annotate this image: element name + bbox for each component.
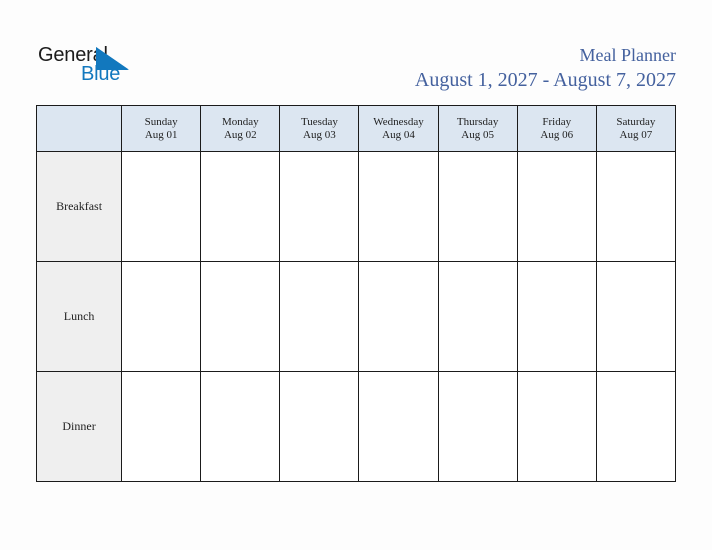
table-row: Breakfast	[35, 151, 677, 262]
day-header-date: Aug 03	[303, 128, 336, 141]
day-header-tuesday: Tuesday Aug 03	[279, 105, 360, 152]
meal-cell-lunch-tuesday[interactable]	[279, 261, 360, 372]
meal-cell-dinner-tuesday[interactable]	[279, 371, 360, 482]
day-header-date: Aug 04	[382, 128, 415, 141]
day-header-name: Friday	[542, 115, 572, 128]
meal-cell-lunch-friday[interactable]	[516, 261, 597, 372]
meal-cell-dinner-thursday[interactable]	[437, 371, 518, 482]
table-row: Dinner	[35, 371, 677, 482]
day-header-date: Aug 07	[619, 128, 653, 141]
meal-cell-breakfast-friday[interactable]	[516, 151, 597, 262]
meal-label-breakfast: Breakfast	[35, 151, 123, 262]
meal-cell-lunch-monday[interactable]	[200, 261, 281, 372]
day-header-name: Tuesday	[300, 115, 338, 128]
meal-cell-breakfast-thursday[interactable]	[437, 151, 518, 262]
meal-cell-lunch-saturday[interactable]	[595, 261, 677, 372]
meal-cell-breakfast-monday[interactable]	[200, 151, 281, 262]
day-header-date: Aug 02	[223, 128, 257, 141]
table-corner-cell	[35, 105, 123, 152]
meal-cell-dinner-monday[interactable]	[200, 371, 281, 482]
page-header: General Blue Meal Planner August 1, 2027…	[0, 0, 712, 105]
meal-cell-dinner-sunday[interactable]	[121, 371, 202, 482]
meal-cell-dinner-saturday[interactable]	[595, 371, 677, 482]
meal-label-dinner: Dinner	[35, 371, 123, 482]
meal-cell-lunch-thursday[interactable]	[437, 261, 518, 372]
table-header-row: Sunday Aug 01 Monday Aug 02 Tuesday Aug …	[35, 105, 677, 152]
meal-cell-dinner-friday[interactable]	[516, 371, 597, 482]
meal-cell-breakfast-wednesday[interactable]	[358, 151, 439, 262]
day-header-date: Aug 05	[461, 128, 494, 141]
meal-cell-breakfast-saturday[interactable]	[595, 151, 677, 262]
meal-cell-dinner-wednesday[interactable]	[358, 371, 439, 482]
day-header-friday: Friday Aug 06	[516, 105, 597, 152]
day-header-sunday: Sunday Aug 01	[121, 105, 202, 152]
meal-cell-breakfast-tuesday[interactable]	[279, 151, 360, 262]
day-header-saturday: Saturday Aug 07	[595, 105, 677, 152]
day-header-name: Wednesday	[373, 115, 424, 128]
day-header-name: Monday	[221, 115, 259, 128]
meal-label-lunch: Lunch	[35, 261, 123, 372]
meal-cell-lunch-wednesday[interactable]	[358, 261, 439, 372]
general-blue-logo[interactable]: General Blue	[38, 44, 198, 94]
day-header-wednesday: Wednesday Aug 04	[358, 105, 439, 152]
day-header-name: Sunday	[144, 115, 178, 128]
day-header-name: Thursday	[456, 115, 499, 128]
date-range-label: August 1, 2027 - August 7, 2027	[414, 69, 676, 91]
title-block: Meal Planner August 1, 2027 - August 7, …	[415, 44, 676, 93]
table-row: Lunch	[35, 261, 677, 372]
day-header-thursday: Thursday Aug 05	[437, 105, 518, 152]
meal-cell-breakfast-sunday[interactable]	[121, 151, 202, 262]
logo-text-blue: Blue	[81, 63, 121, 85]
page-title: Meal Planner	[579, 45, 676, 65]
table-body: Breakfast Lunch Dinner	[35, 151, 677, 482]
meal-cell-lunch-sunday[interactable]	[121, 261, 202, 372]
day-header-monday: Monday Aug 02	[200, 105, 281, 152]
day-header-date: Aug 01	[144, 128, 178, 141]
day-header-date: Aug 06	[540, 128, 574, 141]
day-header-name: Saturday	[616, 115, 656, 128]
table-head: Sunday Aug 01 Monday Aug 02 Tuesday Aug …	[35, 105, 677, 152]
meal-planner-table: Sunday Aug 01 Monday Aug 02 Tuesday Aug …	[35, 105, 677, 482]
